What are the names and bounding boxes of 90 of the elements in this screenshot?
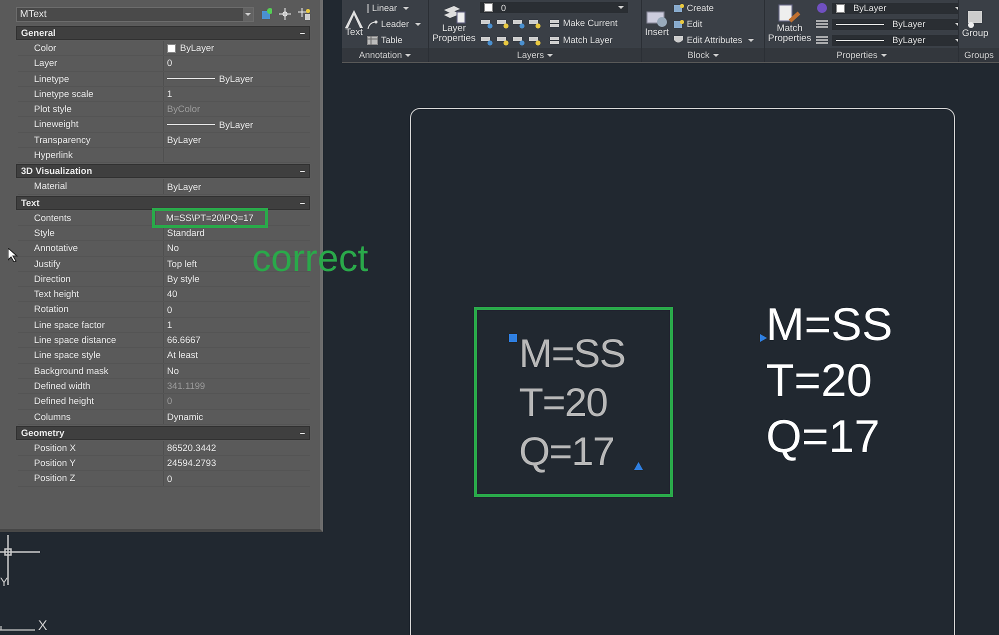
axis-label: X bbox=[38, 617, 48, 633]
hatched-text-line: M=SS bbox=[519, 331, 626, 378]
line-sample-icon bbox=[167, 124, 215, 126]
crosshair-icon[interactable] bbox=[279, 8, 292, 20]
block-icon bbox=[672, 3, 684, 13]
quick-select-icon[interactable] bbox=[260, 8, 272, 20]
property-value[interactable]: ByLayer bbox=[163, 117, 310, 132]
insert-block-icon bbox=[646, 10, 668, 28]
ribbon-tool-button[interactable]: Linear bbox=[367, 3, 422, 13]
paintbrush-icon bbox=[778, 4, 802, 24]
property-value[interactable]: ByLayer bbox=[163, 41, 310, 56]
ribbon-tool-button[interactable]: Leader bbox=[367, 19, 422, 29]
layer-dropdown[interactable]: 0 bbox=[480, 2, 628, 14]
ribbon-tool-button[interactable]: Create bbox=[672, 3, 754, 13]
block-icon bbox=[672, 19, 684, 29]
property-value[interactable]: No bbox=[163, 364, 310, 378]
leader-icon bbox=[367, 20, 378, 28]
table-icon bbox=[367, 36, 378, 44]
layers-icon bbox=[442, 4, 466, 24]
ribbon-tool-button[interactable]: Make Current bbox=[549, 18, 618, 28]
lineweight-icon bbox=[815, 18, 830, 30]
property-dropdown[interactable]: ByLayer bbox=[832, 18, 958, 30]
property-value[interactable]: M=SS\PT=20\PQ=17 bbox=[155, 210, 265, 225]
property-value[interactable]: By style bbox=[163, 272, 310, 286]
panel-title[interactable]: Annotation bbox=[342, 48, 428, 62]
select-objects-icon[interactable] bbox=[298, 8, 310, 20]
layers-icon bbox=[549, 34, 560, 45]
line-sample-icon bbox=[167, 78, 215, 80]
grip-icon[interactable] bbox=[634, 462, 643, 470]
panel-title[interactable]: Properties bbox=[765, 48, 958, 62]
text-line: T=20 bbox=[766, 353, 874, 408]
ribbon-large-button[interactable]: Match Properties bbox=[767, 0, 812, 48]
property-dropdown[interactable]: ByLayer bbox=[832, 2, 958, 14]
property-value[interactable]: 1 bbox=[163, 86, 310, 102]
caret-icon bbox=[880, 54, 887, 58]
property-value[interactable]: At least bbox=[163, 348, 310, 363]
property-dropdown[interactable]: ByLayer bbox=[832, 34, 958, 46]
property-value[interactable]: 40 bbox=[163, 287, 310, 302]
property-value[interactable]: Standard bbox=[163, 226, 310, 240]
property-value[interactable]: 0 bbox=[163, 56, 310, 71]
hatched-text-line: Q=17 bbox=[519, 429, 615, 476]
property-value[interactable]: 0 bbox=[163, 471, 310, 486]
mouse-pointer-icon bbox=[8, 248, 18, 262]
ribbon-tool-button[interactable]: Match Layer bbox=[549, 34, 613, 45]
lineweight-icon bbox=[815, 34, 830, 46]
axis-label: Y bbox=[0, 575, 8, 589]
property-value[interactable]: 86520.3442 bbox=[163, 440, 310, 456]
section-header[interactable]: Geometry – bbox=[16, 426, 310, 440]
text-line: Q=17 bbox=[766, 409, 881, 464]
ucs-axis-icon bbox=[0, 625, 35, 631]
caret-icon bbox=[403, 6, 410, 10]
hatched-text-line: T=20 bbox=[519, 380, 608, 427]
grip-icon[interactable] bbox=[760, 334, 767, 342]
caret-icon bbox=[712, 54, 718, 58]
panel-title[interactable]: Groups bbox=[959, 48, 999, 62]
section-header[interactable]: General – bbox=[16, 26, 310, 40]
caret-icon bbox=[405, 54, 412, 58]
caret-icon bbox=[547, 54, 553, 58]
property-value[interactable]: ByLayer bbox=[163, 132, 310, 148]
caret-icon bbox=[618, 6, 624, 10]
text-line: M=SS bbox=[766, 297, 893, 352]
panel-title[interactable]: Block bbox=[642, 48, 764, 62]
lineweight-icon bbox=[815, 2, 830, 14]
ribbon-large-button[interactable]: Text bbox=[344, 0, 364, 48]
property-value[interactable]: ByLayer bbox=[163, 72, 310, 86]
caret-icon bbox=[748, 38, 754, 42]
section-header[interactable]: 3D Visualization – bbox=[16, 164, 310, 178]
ribbon-tool-button[interactable]: Edit bbox=[672, 19, 754, 29]
property-value[interactable]: ByLayer bbox=[163, 179, 310, 194]
letter-a-icon bbox=[345, 10, 363, 28]
ribbon-tool-button[interactable]: Edit Attributes bbox=[672, 35, 754, 45]
caret-icon bbox=[244, 12, 251, 16]
grip-icon[interactable] bbox=[509, 334, 517, 342]
caret-icon bbox=[415, 22, 422, 26]
color-swatch-icon bbox=[167, 44, 176, 53]
crosshair-cursor-icon bbox=[0, 535, 40, 585]
property-value[interactable]: 66.6667 bbox=[163, 333, 310, 348]
property-value[interactable]: 0 bbox=[163, 302, 310, 317]
ribbon-large-button[interactable]: Layer Properties bbox=[431, 0, 477, 48]
ribbon-large-button[interactable]: Insert bbox=[644, 0, 670, 48]
section-header[interactable]: Text – bbox=[16, 196, 310, 210]
property-value[interactable]: 24594.2793 bbox=[163, 456, 310, 470]
panel-title[interactable]: Layers bbox=[429, 48, 641, 62]
shield-icon bbox=[672, 35, 684, 45]
property-value[interactable]: Dynamic bbox=[163, 410, 310, 424]
property-value[interactable]: 1 bbox=[163, 318, 310, 332]
ribbon-tool-button[interactable]: Table bbox=[367, 35, 422, 45]
object-type-dropdown[interactable]: MText bbox=[16, 6, 254, 22]
ribbon-large-button[interactable]: Group bbox=[961, 0, 990, 48]
layers-icon bbox=[549, 18, 560, 28]
